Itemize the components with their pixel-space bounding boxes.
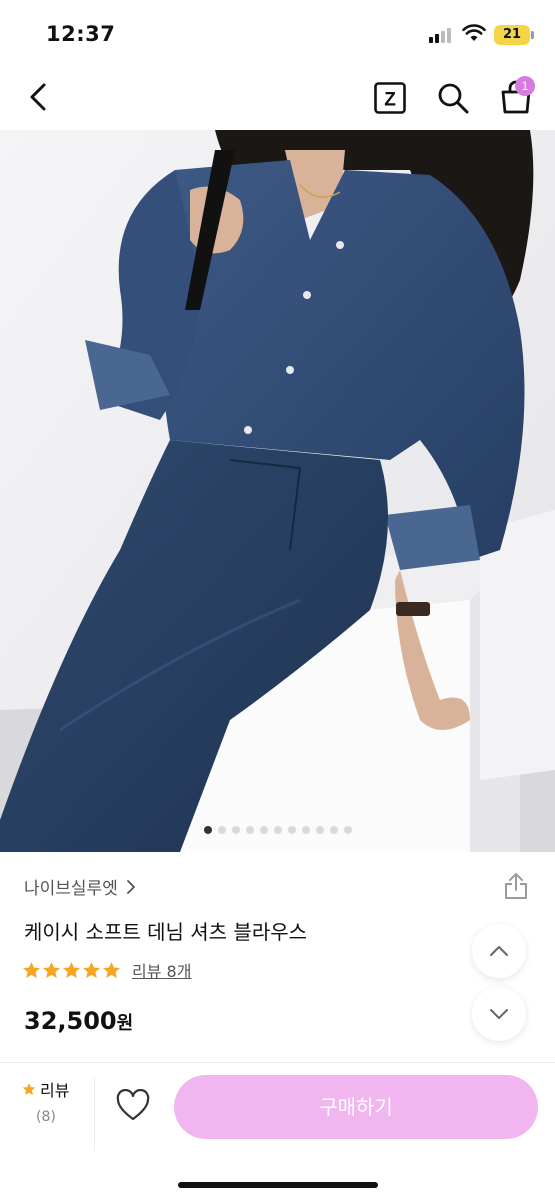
brand-link[interactable]: 나이브실루엣 bbox=[24, 874, 136, 899]
review-link[interactable]: 리뷰 8개 bbox=[132, 958, 191, 982]
product-photo[interactable] bbox=[0, 130, 555, 852]
carousel-dot[interactable] bbox=[287, 826, 296, 834]
price-value: 32,500 bbox=[24, 1007, 117, 1035]
heart-icon[interactable] bbox=[116, 1089, 150, 1123]
wifi-icon bbox=[462, 24, 486, 41]
share-icon[interactable] bbox=[503, 872, 529, 900]
divider bbox=[94, 1077, 95, 1151]
star-icon bbox=[22, 961, 41, 979]
home-indicator bbox=[178, 1182, 378, 1188]
price: 32,500원 bbox=[24, 1007, 133, 1035]
star-rating bbox=[22, 961, 122, 979]
cart-badge: 1 bbox=[515, 76, 535, 96]
status-bar: 12:37 21 bbox=[0, 0, 555, 64]
product-info: 나이브실루엣 케이시 소프트 데님 셔츠 블라우스 리뷰 8개 32,500원 bbox=[0, 852, 555, 1056]
carousel-dot[interactable] bbox=[273, 826, 282, 834]
price-unit: 원 bbox=[116, 1013, 134, 1034]
review-label: 리뷰 bbox=[40, 1081, 70, 1100]
review-summary[interactable]: 리뷰 (8) bbox=[22, 1077, 92, 1125]
battery-indicator: 21 bbox=[494, 25, 530, 45]
z-box-icon[interactable]: Z bbox=[373, 81, 407, 115]
chevron-down-icon bbox=[490, 1009, 508, 1019]
carousel-dot[interactable] bbox=[245, 826, 254, 834]
star-icon bbox=[102, 961, 121, 979]
carousel-dot[interactable] bbox=[343, 826, 352, 834]
scroll-down-button[interactable] bbox=[472, 987, 526, 1041]
carousel-dot[interactable] bbox=[217, 826, 226, 834]
chevron-right-icon bbox=[126, 879, 135, 894]
chevron-up-icon bbox=[490, 946, 508, 956]
status-time: 12:37 bbox=[46, 22, 116, 46]
star-icon bbox=[82, 961, 101, 979]
carousel-dot[interactable] bbox=[259, 826, 268, 834]
nav-bar: Z 1 bbox=[0, 64, 555, 130]
review-title: 리뷰 bbox=[22, 1077, 92, 1101]
carousel-dot[interactable] bbox=[231, 826, 240, 834]
review-count: (8) bbox=[36, 1109, 56, 1125]
product-title: 케이시 소프트 데님 셔츠 블라우스 bbox=[24, 920, 308, 944]
scroll-up-button[interactable] bbox=[472, 924, 526, 978]
search-icon[interactable] bbox=[436, 81, 470, 115]
star-icon bbox=[62, 961, 81, 979]
carousel-dot[interactable] bbox=[301, 826, 310, 834]
bottom-action-bar: 리뷰 (8) 구매하기 bbox=[0, 1062, 555, 1200]
rating-row: 리뷰 8개 bbox=[22, 958, 191, 982]
chevron-left-icon[interactable] bbox=[22, 80, 56, 114]
buy-button[interactable]: 구매하기 bbox=[174, 1075, 538, 1139]
brand-name: 나이브실루엣 bbox=[24, 879, 118, 899]
product-photo-illustration bbox=[0, 130, 555, 852]
carousel-dot[interactable] bbox=[329, 826, 338, 834]
z-label: Z bbox=[384, 90, 396, 111]
carousel-dot[interactable] bbox=[315, 826, 324, 834]
battery-tip bbox=[531, 31, 534, 39]
carousel-dot[interactable] bbox=[203, 826, 212, 834]
cellular-signal-icon bbox=[429, 27, 455, 43]
star-icon bbox=[22, 1083, 36, 1095]
carousel-dots bbox=[0, 826, 555, 834]
star-icon bbox=[42, 961, 61, 979]
